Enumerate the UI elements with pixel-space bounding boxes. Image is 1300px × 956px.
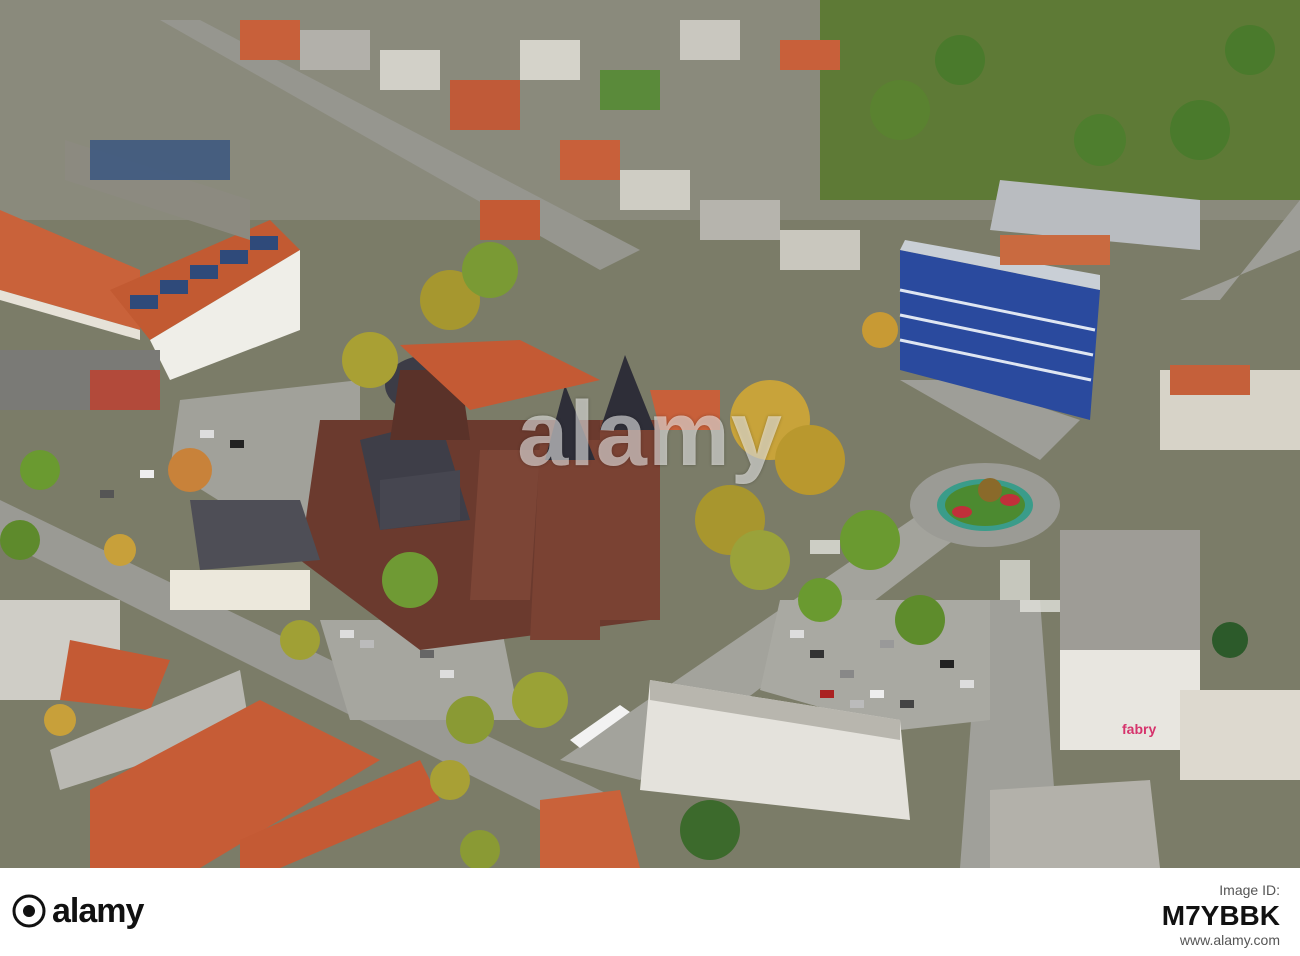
aerial-photo: fabry alamy: [0, 0, 1300, 868]
image-id: M7YBBK: [1161, 900, 1280, 931]
image-id-block: Image ID: M7YBBK: [1162, 882, 1280, 932]
parish-roof-east: [650, 390, 720, 430]
buildings-southeast: [1180, 690, 1300, 780]
footer-logo: alamy: [12, 892, 144, 931]
flowerbed-right: [1000, 494, 1020, 506]
aerial-scene: fabry: [0, 0, 1300, 868]
rectory-roof: [190, 500, 320, 570]
solar-panels-school: [90, 140, 230, 180]
rectory-facade: [170, 570, 310, 610]
buildings-south-east: [990, 780, 1160, 868]
footer-bar: alamy Image ID: M7YBBK www.alamy.com: [0, 868, 1300, 956]
church-tower-left: [530, 440, 600, 640]
department-store-roof: [1060, 530, 1200, 650]
alamy-logo-icon: [12, 894, 46, 928]
church-tower-right: [600, 420, 660, 620]
image-id-label: Image ID:: [1219, 882, 1280, 898]
roundabout-tree: [978, 478, 1002, 502]
school-annex-red: [90, 370, 160, 410]
roof-east: [1170, 365, 1250, 395]
store-sign: fabry: [1122, 721, 1156, 737]
site-url[interactable]: www.alamy.com: [1180, 932, 1280, 948]
footer-logo-text: alamy: [52, 892, 144, 930]
flowerbed-left: [952, 506, 972, 518]
